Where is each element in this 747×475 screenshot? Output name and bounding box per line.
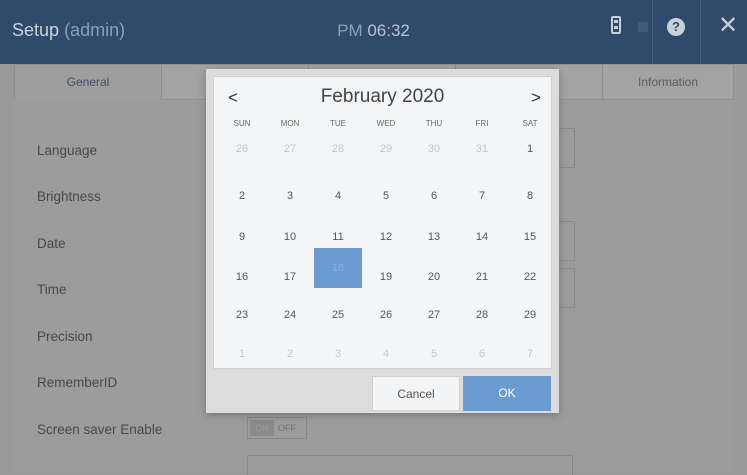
day-cell[interactable]: 6 xyxy=(458,334,506,374)
day-cell[interactable]: 12 xyxy=(362,217,410,257)
day-cell[interactable]: 26 xyxy=(362,295,410,335)
weekday-wed: WED xyxy=(376,119,396,128)
day-cell[interactable]: 19 xyxy=(362,257,410,297)
setting-label-brightness: Brightness xyxy=(37,189,101,204)
day-cell[interactable]: 24 xyxy=(266,295,314,335)
day-cell[interactable]: 23 xyxy=(218,295,266,335)
month-title: February 2020 xyxy=(320,86,445,107)
next-field[interactable] xyxy=(247,455,573,475)
setting-label-date: Date xyxy=(37,236,66,251)
weekday-sat: SAT xyxy=(522,119,538,128)
day-cell[interactable]: 27 xyxy=(266,129,314,169)
day-cell[interactable]: 21 xyxy=(458,257,506,297)
day-cell[interactable]: 17 xyxy=(266,257,314,297)
divider xyxy=(700,0,701,64)
day-cell[interactable]: 7 xyxy=(506,334,554,374)
language-select[interactable] xyxy=(559,128,575,168)
day-cell[interactable]: 28 xyxy=(458,295,506,335)
weekday-tue: TUE xyxy=(330,119,346,128)
tab-general[interactable]: General xyxy=(15,65,162,100)
day-cell[interactable]: 5 xyxy=(362,176,410,216)
day-cell[interactable]: 3 xyxy=(314,334,362,374)
day-cell[interactable]: 4 xyxy=(314,176,362,216)
time-field[interactable] xyxy=(559,268,575,308)
day-cell[interactable]: 13 xyxy=(410,217,458,257)
day-cell[interactable]: 3 xyxy=(266,176,314,216)
day-cell[interactable]: 16 xyxy=(218,257,266,297)
weekday-mon: MON xyxy=(280,119,300,128)
tab-information[interactable]: Information xyxy=(603,65,733,100)
date-picker-dialog: < February 2020 > SUN MON TUE WED THU FR… xyxy=(206,69,559,413)
clock: PM 06:32 xyxy=(0,21,747,41)
day-cell-selected[interactable]: 18 xyxy=(314,248,362,288)
day-cell[interactable]: 27 xyxy=(410,295,458,335)
day-cell[interactable]: 8 xyxy=(506,176,554,216)
day-cell[interactable]: 25 xyxy=(314,295,362,335)
help-icon[interactable]: ? xyxy=(667,18,685,36)
title-bar: Setup (admin) PM 06:32 ? ✕ xyxy=(0,0,747,64)
signal-icon xyxy=(638,22,648,32)
day-cell[interactable]: 10 xyxy=(266,217,314,257)
day-cell[interactable]: 30 xyxy=(410,129,458,169)
setting-label-rememberid: RememberID xyxy=(37,375,118,390)
day-cell[interactable]: 29 xyxy=(506,295,554,335)
calendar: < February 2020 > SUN MON TUE WED THU FR… xyxy=(213,76,552,369)
clock-ampm: PM xyxy=(337,21,363,40)
screen-saver-toggle[interactable]: ON OFF xyxy=(247,417,307,439)
clock-time: 06:32 xyxy=(367,21,410,40)
next-month-button[interactable]: > xyxy=(531,88,541,108)
date-field[interactable] xyxy=(559,221,575,261)
day-cell[interactable]: 9 xyxy=(218,217,266,257)
day-cell[interactable]: 1 xyxy=(506,129,554,169)
day-cell[interactable]: 2 xyxy=(218,176,266,216)
weekday-fri: FRI xyxy=(475,119,489,128)
day-cell[interactable]: 6 xyxy=(410,176,458,216)
day-cell[interactable]: 2 xyxy=(266,334,314,374)
day-cell[interactable]: 31 xyxy=(458,129,506,169)
setting-label-screen-saver: Screen saver Enable xyxy=(37,422,163,437)
close-icon[interactable]: ✕ xyxy=(718,14,738,38)
toggle-on: ON xyxy=(250,420,274,436)
divider xyxy=(652,0,653,64)
day-cell[interactable]: 20 xyxy=(410,257,458,297)
day-cell[interactable]: 7 xyxy=(458,176,506,216)
day-cell[interactable]: 14 xyxy=(458,217,506,257)
day-cell[interactable]: 28 xyxy=(314,129,362,169)
day-cell[interactable]: 5 xyxy=(410,334,458,374)
ok-button[interactable]: OK xyxy=(463,376,551,411)
setting-label-language: Language xyxy=(37,143,98,158)
day-cell[interactable]: 4 xyxy=(362,334,410,374)
day-cell[interactable]: 1 xyxy=(218,334,266,374)
weekday-thu: THU xyxy=(425,119,443,128)
setting-label-time: Time xyxy=(37,282,67,297)
day-cell[interactable]: 15 xyxy=(506,217,554,257)
setting-label-precision: Precision xyxy=(37,329,93,344)
toggle-off: OFF xyxy=(278,423,296,433)
battery-icon xyxy=(611,16,621,34)
cancel-button[interactable]: Cancel xyxy=(372,376,460,411)
day-cell[interactable]: 29 xyxy=(362,129,410,169)
weekday-sun: SUN xyxy=(233,119,251,128)
day-cell[interactable]: 26 xyxy=(218,129,266,169)
day-cell[interactable]: 22 xyxy=(506,257,554,297)
